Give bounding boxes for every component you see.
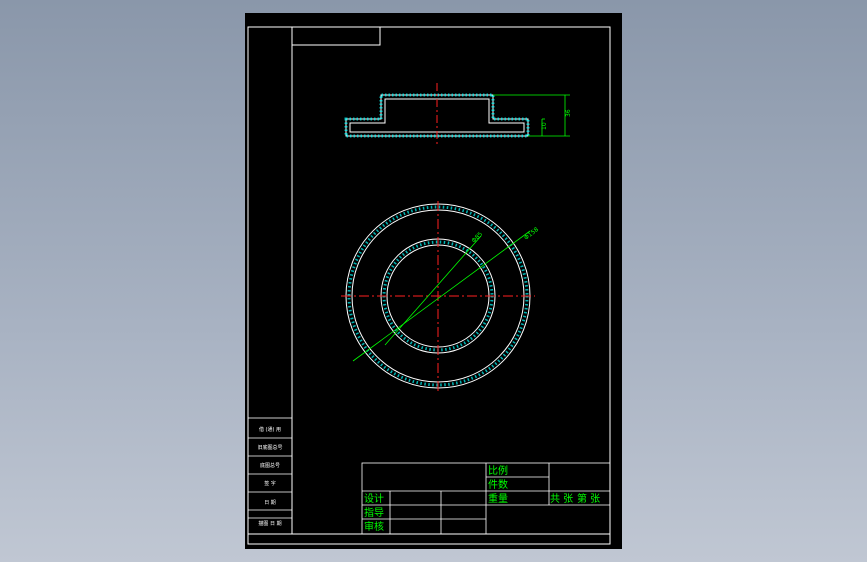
guide-label: 指导 [364,506,384,519]
side-strip-row5: 日 期 [264,500,276,506]
dim-step-height-label: 10 [541,122,548,130]
sheets-total-label: 共 张 [550,493,573,505]
dim-total-height-label: 36 [565,109,572,117]
sheet-number-label: 第 张 [577,492,600,505]
plan-view: Φ85 Φ158 [341,201,540,391]
dim-outer-diameter-label: Φ158 [523,226,540,242]
dim-inner-diameter-label: Φ85 [470,231,484,245]
quantity-label: 件数 [488,478,508,491]
scale-label: 比例 [488,464,508,477]
dim-total-height [493,94,570,137]
section-view: 36 10 [344,83,572,146]
outer-frame [247,26,611,545]
design-label: 设计 [364,492,384,505]
drawing-sheet: 36 10 Φ85 Φ158 借 (通) 用 旧底图总号 底图总号 签 字 日 … [245,13,622,549]
cad-drawing: 36 10 Φ85 Φ158 借 (通) 用 旧底图总号 底图总号 签 字 日 … [247,26,611,545]
drawing-code-box [291,26,381,46]
side-strip-row1: 借 (通) 用 [259,426,281,433]
dim-inner-diameter-leader [384,235,482,346]
side-strip-row3: 底图总号 [260,462,280,469]
side-strip-table [247,417,293,535]
side-strip-row4: 签 字 [264,480,276,487]
side-strip-row2: 旧底图总号 [257,444,282,451]
side-strip-row6: 描图 日 期 [258,520,281,527]
review-label: 审核 [364,520,384,533]
weight-label: 重量 [488,492,508,505]
